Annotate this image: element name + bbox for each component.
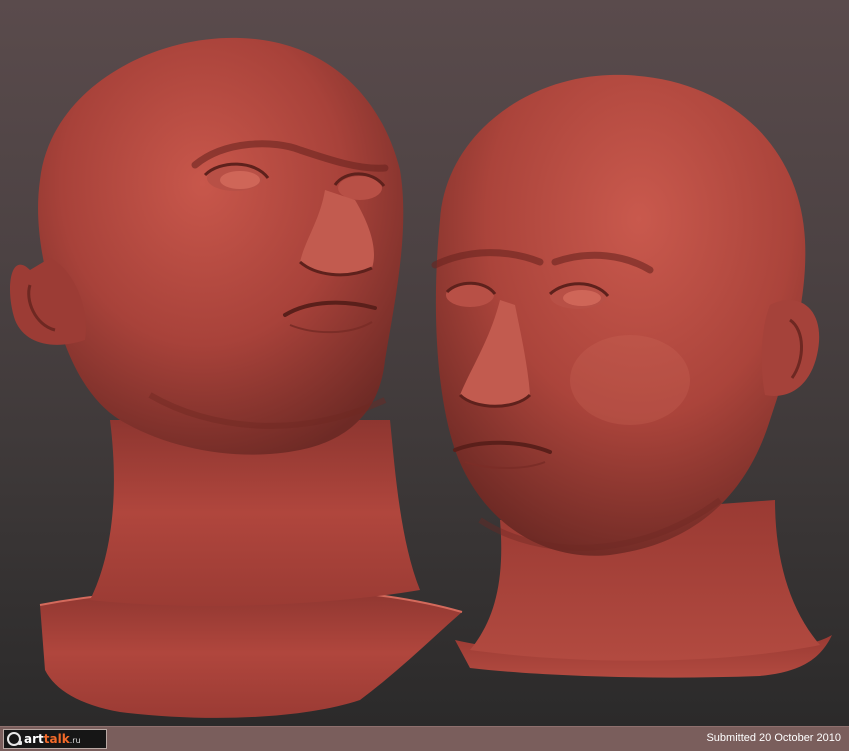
left-head <box>10 37 463 718</box>
footer-bar: arttalk.ru Submitted 20 October 2010 <box>0 726 849 751</box>
sculpture-illustration <box>10 37 832 718</box>
sculpture-render <box>0 0 849 726</box>
arttalk-logo[interactable]: arttalk.ru <box>3 729 107 749</box>
right-head <box>431 74 832 678</box>
submitted-date: Submitted 20 October 2010 <box>706 732 841 744</box>
logo-text: arttalk.ru <box>24 732 81 746</box>
logo-mark-icon <box>7 732 22 746</box>
